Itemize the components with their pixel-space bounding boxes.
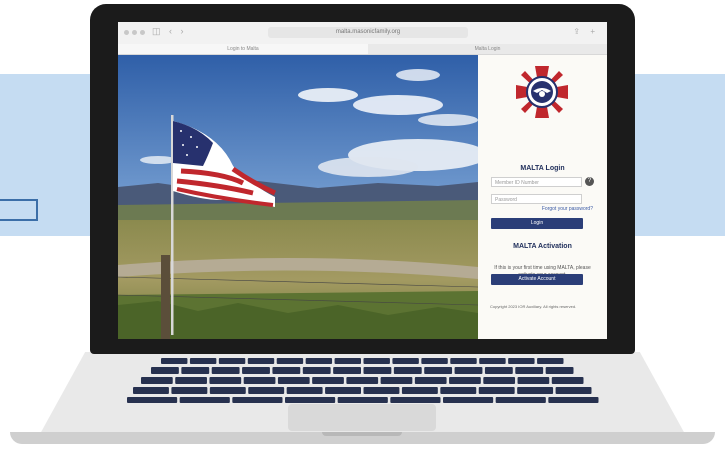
activation-title: MALTA Activation	[513, 243, 572, 250]
help-icon[interactable]: ?	[585, 177, 594, 186]
tab-login[interactable]: Login to Malta	[118, 44, 368, 54]
login-panel: MALTA Login Member ID Number ? Password …	[478, 55, 607, 339]
copyright-text: Copyright 2023 IOR Auxiliary. All rights…	[490, 304, 577, 309]
browser-toolbar: ◫ ‹ › malta.masonicfamily.org ⇪ +	[118, 22, 607, 45]
nav-arrows-icon[interactable]: ◫ ‹ ›	[152, 26, 187, 37]
malta-cross-logo	[516, 66, 568, 118]
member-id-input[interactable]: Member ID Number	[491, 177, 582, 187]
activate-account-button[interactable]: Activate Account	[491, 274, 583, 285]
forgot-password-link[interactable]: Forgot your password?	[542, 206, 593, 212]
login-button[interactable]: Login	[491, 218, 583, 229]
decorative-outline-box	[0, 199, 38, 221]
window-controls[interactable]	[124, 30, 145, 35]
address-bar[interactable]: malta.masonicfamily.org	[268, 27, 468, 38]
flag-landscape-photo	[118, 55, 478, 339]
password-input[interactable]: Password	[491, 194, 582, 204]
share-icon[interactable]: ⇪ +	[573, 27, 599, 36]
laptop-trackpad	[288, 404, 436, 431]
tab-malta[interactable]: Malta Login	[368, 44, 607, 54]
login-title: MALTA Login	[520, 165, 565, 172]
browser-tabbar: Login to Malta Malta Login	[118, 44, 607, 55]
laptop-screen: ◫ ‹ › malta.masonicfamily.org ⇪ + Login …	[118, 22, 607, 339]
laptop-notch	[322, 432, 402, 436]
